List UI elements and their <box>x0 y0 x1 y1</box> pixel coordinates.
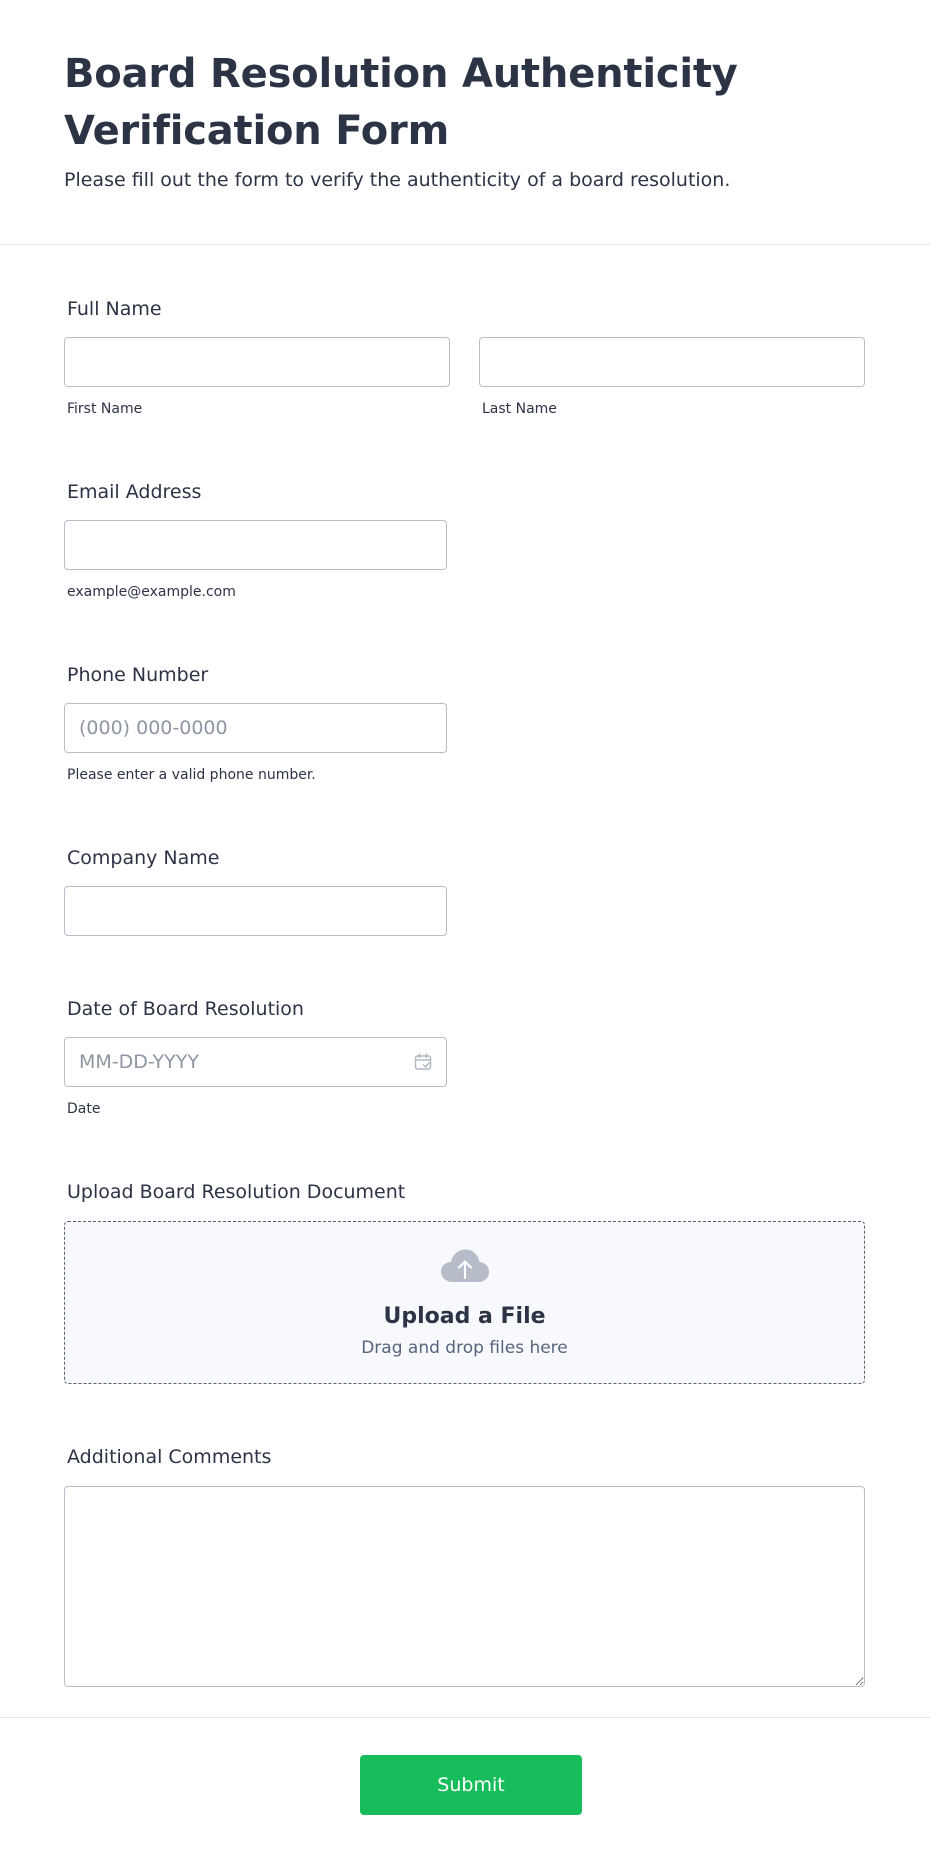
upload-hint: Drag and drop files here <box>361 1338 568 1358</box>
upload-label: Upload Board Resolution Document <box>67 1181 406 1203</box>
email-field[interactable] <box>64 520 447 570</box>
page-title: Board Resolution Authenticity Verificati… <box>64 51 738 154</box>
date-input[interactable] <box>64 1037 447 1087</box>
email-label: Email Address <box>67 481 202 503</box>
full-name-label: Full Name <box>67 298 162 320</box>
email-sublabel: example@example.com <box>67 584 236 600</box>
company-label: Company Name <box>67 847 220 869</box>
submit-button[interactable]: Submit <box>360 1755 582 1815</box>
form-header: Board Resolution Authenticity Verificati… <box>0 0 930 245</box>
comments-label: Additional Comments <box>67 1446 272 1468</box>
upload-title: Upload a File <box>383 1304 546 1329</box>
company-input[interactable] <box>64 886 447 936</box>
first-name-input[interactable] <box>64 337 450 387</box>
page-subtitle: Please fill out the form to verify the a… <box>64 169 731 191</box>
phone-sublabel: Please enter a valid phone number. <box>67 767 316 783</box>
file-upload-dropzone[interactable]: Upload a File Drag and drop files here <box>64 1221 865 1384</box>
phone-input[interactable] <box>64 703 447 753</box>
first-name-sublabel: First Name <box>67 401 143 417</box>
last-name-sublabel: Last Name <box>482 401 557 417</box>
footer-divider <box>0 1717 930 1718</box>
date-sublabel: Date <box>67 1101 101 1117</box>
cloud-upload-icon <box>441 1249 489 1282</box>
phone-label: Phone Number <box>67 664 209 686</box>
calendar-icon[interactable] <box>413 1052 433 1072</box>
last-name-input[interactable] <box>479 337 865 387</box>
comments-textarea[interactable] <box>64 1486 865 1687</box>
date-label: Date of Board Resolution <box>67 998 304 1020</box>
